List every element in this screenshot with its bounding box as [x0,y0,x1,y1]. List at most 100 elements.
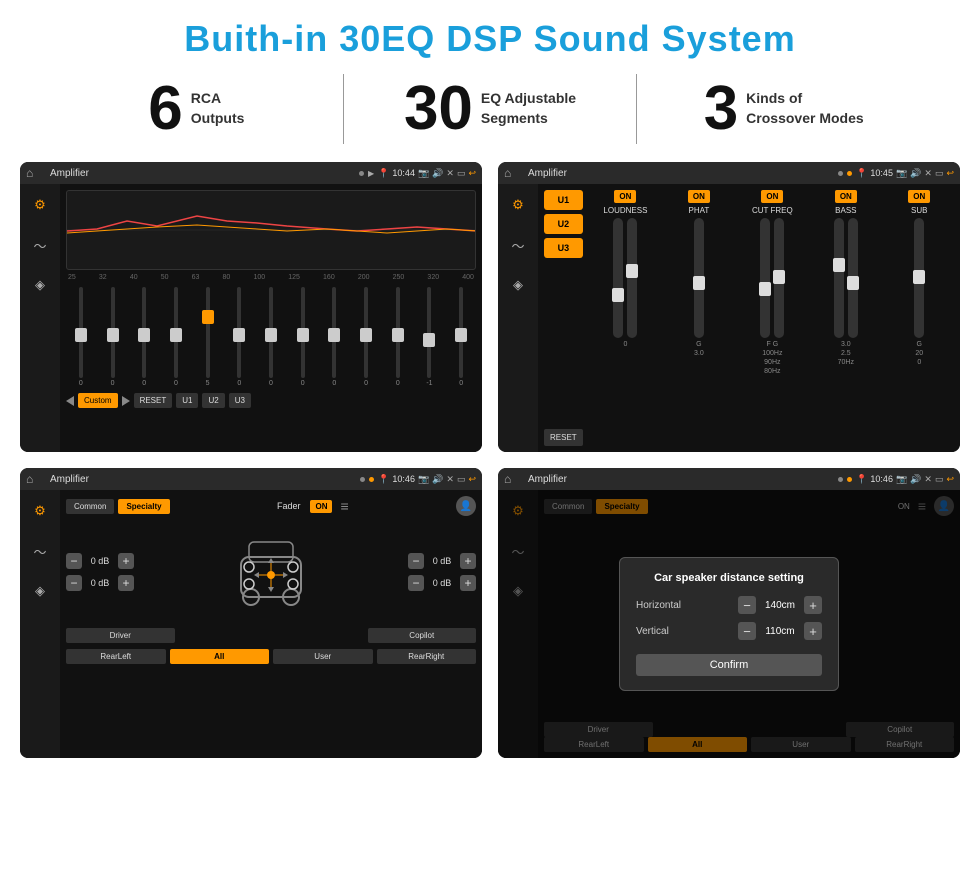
eq-u1-button[interactable]: U1 [176,393,198,408]
eq-slider-1[interactable]: 0 [98,287,128,387]
loudness-slider-2[interactable] [627,218,637,338]
fader-vol4-minus[interactable]: − [408,575,424,591]
back-icon-3[interactable]: ↩ [468,474,476,485]
eq-slider-3[interactable]: 0 [161,287,191,387]
fader-user-btn[interactable]: User [273,649,373,664]
crossover-sidebar-icon-1[interactable]: ⚙ [505,192,531,218]
loudness-slider-1[interactable] [613,218,623,338]
home-icon-4[interactable]: ⌂ [504,471,520,487]
window-icon-2: ▭ [935,168,944,179]
eq-freq-labels: 25 32 40 50 63 80 100 125 160 200 250 32… [66,274,476,281]
settings-circle-icon[interactable]: 👤 [456,496,476,516]
fader-rearright-btn[interactable]: RearRight [377,649,477,664]
eq-prev-button[interactable] [66,396,74,406]
stat-rca-label: RCAOutputs [191,89,245,128]
eq-play-button[interactable] [122,396,130,406]
loudness-sliders [613,218,637,338]
horizontal-plus-button[interactable]: + [804,596,822,614]
eq-slider-8[interactable]: 0 [320,287,350,387]
eq-slider-0[interactable]: 0 [66,287,96,387]
fader-rearleft-btn[interactable]: RearLeft [66,649,166,664]
vertical-minus-button[interactable]: − [738,622,756,640]
crossover-sidebar-icon-2[interactable]: 〜 [505,232,531,258]
fader-vol4-plus[interactable]: + [460,575,476,591]
phat-toggle[interactable]: ON [688,190,710,203]
fader-vol2-plus[interactable]: + [118,575,134,591]
fader-sidebar-icon-3[interactable]: ◈ [27,578,53,604]
eq-slider-10[interactable]: 0 [383,287,413,387]
eq-slider-5[interactable]: 0 [224,287,254,387]
location-icon-2: 📍 [856,168,867,179]
crossover-sections: ON LOUDNESS 0 ON [591,190,954,446]
cutfreq-slider-2[interactable] [774,218,784,338]
fader-all-btn[interactable]: All [170,649,270,664]
home-icon[interactable]: ⌂ [26,165,42,181]
sub-slider-1[interactable] [914,218,924,338]
home-icon-3[interactable]: ⌂ [26,471,42,487]
dialog-title: Car speaker distance setting [636,572,822,584]
fader-on-badge[interactable]: ON [310,500,332,513]
crossover-sidebar-icon-3[interactable]: ◈ [505,272,531,298]
status-icons-3: 📍 10:46 📷 🔊 ✕ ▭ ↩ [378,474,476,485]
eq-sidebar-icon-3[interactable]: ◈ [27,272,53,298]
eq-slider-4[interactable]: 5 [193,287,223,387]
crossover-screen-title: Amplifier [528,168,834,179]
eq-slider-12[interactable]: 0 [446,287,476,387]
fader-vol1-plus[interactable]: + [118,553,134,569]
vertical-plus-button[interactable]: + [804,622,822,640]
crossover-reset-btn[interactable]: RESET [544,429,583,446]
eq-preset-custom[interactable]: Custom [78,393,118,408]
camera-icon: 📷 [418,168,429,179]
eq-slider-6[interactable]: 0 [256,287,286,387]
eq-slider-2[interactable]: 0 [129,287,159,387]
bass-slider-1[interactable] [834,218,844,338]
fader-copilot-btn[interactable]: Copilot [368,628,477,643]
fader-vol2-minus[interactable]: − [66,575,82,591]
fader-vol3-minus[interactable]: − [408,553,424,569]
crossover-u2-btn[interactable]: U2 [544,214,583,234]
eq-sidebar-icon-2[interactable]: 〜 [27,232,53,258]
fader-specialty-tab[interactable]: Specialty [118,499,169,514]
fader-driver-btn[interactable]: Driver [66,628,175,643]
eq-u2-button[interactable]: U2 [202,393,224,408]
fader-vol1-minus[interactable]: − [66,553,82,569]
back-icon[interactable]: ↩ [468,168,476,179]
fader-screen-card: ⌂ Amplifier 📍 10:46 📷 🔊 ✕ ▭ ↩ ⚙ 〜 ◈ [20,468,482,758]
fader-vol1-value: 0 dB [86,556,114,566]
bass-sliders [834,218,858,338]
bass-toggle[interactable]: ON [835,190,857,203]
fader-vol-row-2: − 0 dB + [66,575,134,591]
stat-crossover: 3 Kinds ofCrossover Modes [647,78,920,140]
crossover-u1-btn[interactable]: U1 [544,190,583,210]
status-dot-6 [838,477,843,482]
window-icon: ▭ [457,168,466,179]
cutfreq-slider-1[interactable] [760,218,770,338]
status-dot-7 [847,477,852,482]
confirm-button[interactable]: Confirm [636,654,822,676]
back-icon-4[interactable]: ↩ [946,474,954,485]
sub-toggle[interactable]: ON [908,190,930,203]
eq-sidebar-icon-1[interactable]: ⚙ [27,192,53,218]
crossover-u3-btn[interactable]: U3 [544,238,583,258]
cutfreq-toggle[interactable]: ON [761,190,783,203]
eq-slider-7[interactable]: 0 [288,287,318,387]
fader-sidebar-icon-1[interactable]: ⚙ [27,498,53,524]
phat-slider-1[interactable] [694,218,704,338]
eq-slider-11[interactable]: -1 [415,287,445,387]
horizontal-minus-button[interactable]: − [738,596,756,614]
home-icon-2[interactable]: ⌂ [504,165,520,181]
back-icon-2[interactable]: ↩ [946,168,954,179]
status-dot-1 [359,171,364,176]
stats-row: 6 RCAOutputs 30 EQ AdjustableSegments 3 … [60,74,920,144]
eq-reset-button[interactable]: RESET [134,393,173,408]
loudness-toggle[interactable]: ON [614,190,636,203]
fader-common-tab[interactable]: Common [66,499,114,514]
eq-slider-9[interactable]: 0 [351,287,381,387]
fader-vol3-plus[interactable]: + [460,553,476,569]
fader-sidebar-icon-2[interactable]: 〜 [27,538,53,564]
fader-controls-row: − 0 dB + − 0 dB + [66,522,476,622]
phat-section: ON PHAT G 3.0 [664,190,733,446]
eq-u3-button[interactable]: U3 [229,393,251,408]
bass-slider-2[interactable] [848,218,858,338]
volume-icon-2: 🔊 [910,168,921,179]
